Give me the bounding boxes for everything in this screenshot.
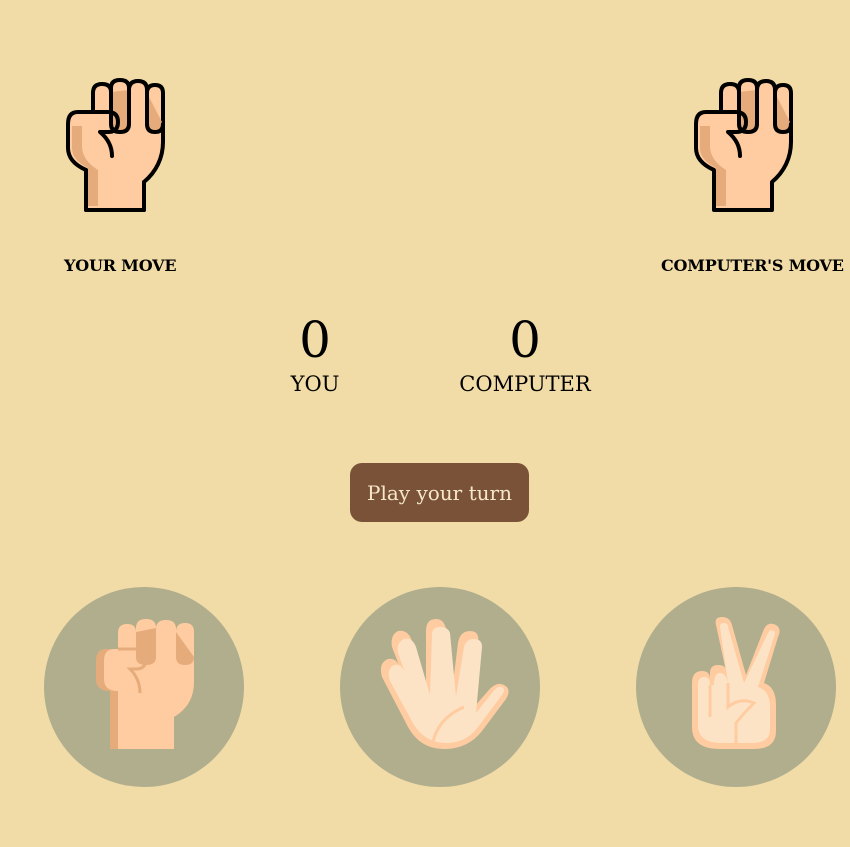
- computer-score-label: COMPUTER: [459, 372, 591, 396]
- scissors-choice-button[interactable]: [636, 587, 836, 787]
- your-score: 0 YOU: [265, 310, 365, 396]
- computer-score-value: 0: [509, 311, 541, 369]
- rock-fist-icon: [96, 619, 194, 749]
- your-score-value: 0: [299, 311, 331, 369]
- your-score-label: YOU: [290, 372, 340, 396]
- your-move-rock-icon: [64, 78, 168, 212]
- scissors-hand-icon: [692, 617, 780, 749]
- computer-score: 0 COMPUTER: [455, 310, 595, 396]
- play-turn-button[interactable]: Play your turn: [350, 463, 529, 522]
- rock-choice-button[interactable]: [44, 587, 244, 787]
- computer-move-label: COMPUTER'S MOVE: [661, 256, 844, 275]
- paper-choice-button[interactable]: [340, 587, 540, 787]
- paper-hand-icon: [380, 619, 509, 749]
- computer-move-rock-icon: [692, 78, 796, 212]
- your-move-label: YOUR MOVE: [64, 256, 177, 275]
